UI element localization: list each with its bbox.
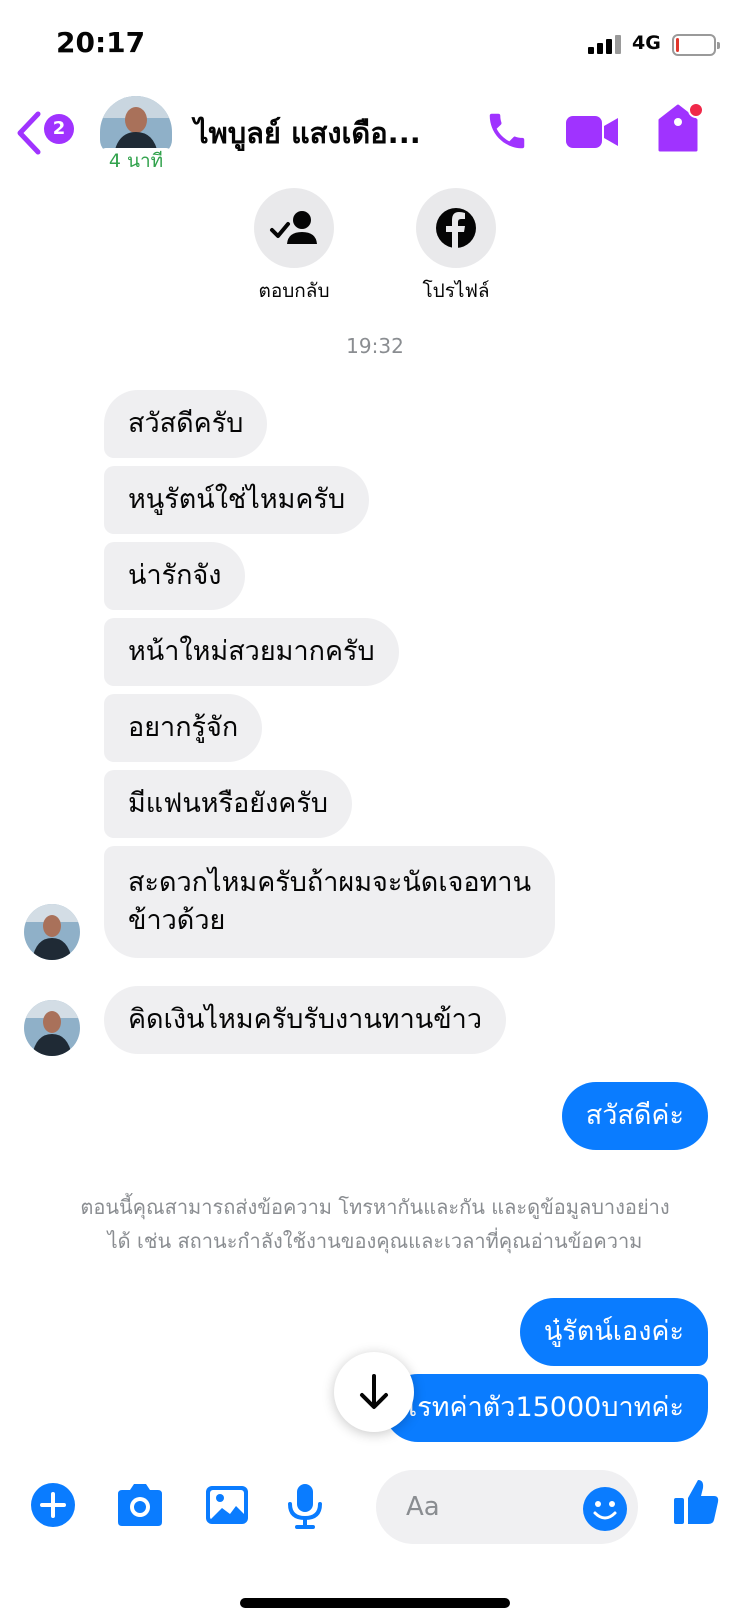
conversation-timestamp: 19:32 (346, 334, 404, 358)
incoming-message[interactable]: สวัสดีครับ (104, 390, 268, 458)
sender-avatar[interactable] (24, 904, 80, 960)
incoming-message[interactable]: น่ารักจัง (104, 542, 246, 610)
arrow-down-icon (360, 1374, 388, 1409)
incoming-message[interactable]: อยากรู้จัก (104, 694, 263, 762)
video-call-icon[interactable] (566, 112, 620, 152)
scroll-to-bottom-button[interactable] (334, 1352, 414, 1432)
status-bar: 20:17 4G (0, 0, 750, 90)
active-status: 4 นาที (100, 148, 172, 174)
home-indicator (240, 1598, 510, 1608)
facebook-icon (436, 208, 476, 248)
connection-info-notice: ตอนนี้คุณสามารถส่งข้อความ โทรหากันและกัน… (80, 1195, 670, 1253)
emoji-icon[interactable] (582, 1486, 628, 1532)
plus-icon[interactable] (30, 1482, 76, 1528)
outgoing-message[interactable]: นู๋รัตน์เองค่ะ (519, 1298, 708, 1366)
chat-header: 2 4 นาที ไพบูลย์ แสงเดือ... (0, 90, 750, 180)
phone-icon[interactable] (484, 108, 530, 154)
chevron-left-icon (17, 111, 41, 155)
status-time: 20:17 (56, 26, 146, 59)
camera-icon[interactable] (114, 1482, 166, 1528)
incoming-message[interactable]: หนูรัตน์ใช่ไหมครับ (104, 466, 370, 534)
contact-avatar[interactable] (100, 96, 172, 154)
incoming-message[interactable]: คิดเงินไหมครับรับงานทานข้าว (104, 986, 506, 1054)
outgoing-message[interactable]: สวัสดีค่ะ (561, 1082, 708, 1150)
contact-name[interactable]: ไพบูลย์ แสงเดือ... (194, 110, 421, 156)
network-label: 4G (632, 32, 661, 54)
profile-label: โปรไฟล์ (422, 280, 490, 302)
tag-icon[interactable] (656, 100, 704, 154)
incoming-message[interactable]: มีแฟนหรือยังครับ (104, 770, 352, 838)
signal-icon (588, 34, 626, 54)
microphone-icon[interactable] (286, 1482, 324, 1530)
follow-back-button[interactable] (254, 188, 334, 268)
battery-icon (672, 34, 720, 56)
follow-back-label: ตอบกลับ (258, 280, 330, 302)
message-composer (0, 1456, 750, 1566)
person-check-icon (270, 211, 317, 244)
sender-avatar[interactable] (24, 1000, 80, 1056)
like-icon[interactable] (672, 1476, 720, 1528)
photo-icon[interactable] (204, 1482, 250, 1528)
outgoing-message[interactable]: เรทค่าตัว15000บาทค่ะ (384, 1374, 708, 1442)
incoming-message[interactable]: หน้าใหม่สวยมากครับ (104, 618, 399, 686)
back-button[interactable]: 2 (14, 108, 84, 158)
incoming-message[interactable]: สะดวกไหมครับถ้าผมจะนัดเจอทาน ข้าวด้วย (104, 846, 556, 958)
unread-badge: 2 (44, 114, 74, 144)
profile-button[interactable] (416, 188, 496, 268)
